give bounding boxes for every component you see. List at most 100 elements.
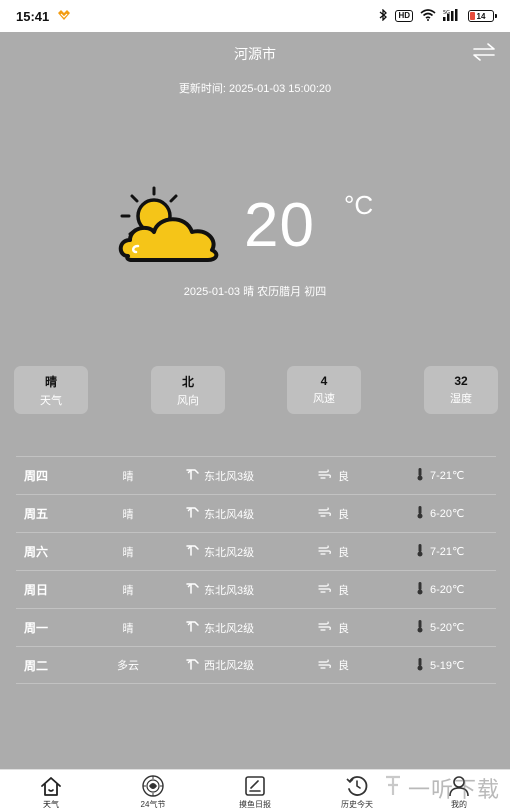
nav-label: 摸鱼日报 [239, 800, 271, 809]
air-quality-icon [318, 545, 332, 558]
wind-icon [186, 620, 200, 635]
forecast-aqi: 良 [318, 468, 349, 484]
history-icon [344, 774, 370, 798]
forecast-temp-text: 6-20℃ [430, 584, 465, 596]
forecast-wind-text: 东北风4级 [204, 508, 255, 521]
forecast-aqi-text: 良 [338, 660, 349, 672]
nav-item-solar-terms[interactable]: 24气节 [102, 770, 204, 812]
watermark: 一听下载 [382, 772, 500, 804]
card-value: 4 [320, 374, 328, 388]
weather-info-cards: 晴 天气 北 风向 4 风速 32 湿度 [14, 366, 498, 414]
forecast-aqi: 良 [318, 582, 349, 598]
wind-icon [186, 468, 200, 483]
hd-badge: HD [395, 10, 413, 22]
svg-text:5G: 5G [443, 10, 450, 16]
thermometer-icon [416, 581, 424, 598]
current-temperature: 20 [244, 191, 315, 260]
forecast-wind: 西北风2级 [186, 657, 254, 673]
air-quality-icon [318, 469, 332, 482]
thermometer-icon [416, 619, 424, 636]
watermark-logo-icon [382, 773, 404, 804]
card-humidity[interactable]: 32 湿度 [424, 366, 498, 414]
forecast-row[interactable]: 周六 晴 东北风2级 良 7-21℃ [16, 532, 496, 570]
nav-label: 历史今天 [341, 800, 373, 809]
forecast-aqi: 良 [318, 506, 349, 522]
forecast-temp-text: 5-20℃ [430, 622, 465, 634]
forecast-wind-text: 东北风3级 [204, 470, 255, 483]
card-wind-direction[interactable]: 北 风向 [151, 366, 225, 414]
forecast-wind: 东北风2级 [186, 544, 254, 560]
forecast-condition: 晴 [122, 584, 134, 597]
forecast-temp: 7-21℃ [416, 467, 464, 484]
wind-icon [186, 544, 200, 559]
card-weather[interactable]: 晴 天气 [14, 366, 88, 414]
wind-icon [186, 658, 200, 673]
update-time: 更新时间: 2025-01-03 15:00:20 [178, 83, 332, 95]
forecast-aqi-text: 良 [338, 470, 349, 483]
forecast-condition: 多云 [117, 660, 139, 672]
air-quality-icon [318, 583, 332, 596]
battery-icon: 14 [468, 10, 497, 22]
wind-icon [186, 582, 200, 597]
signal-icon: 5G [443, 8, 461, 24]
forecast-wind: 东北风4级 [186, 506, 254, 522]
forecast-row[interactable]: 周日 晴 东北风3级 良 6-20℃ [16, 570, 496, 608]
switch-city-icon[interactable] [472, 42, 496, 62]
forecast-wind-text: 西北风2级 [204, 660, 255, 672]
forecast-temp: 7-21℃ [416, 543, 464, 560]
daily-report-icon [242, 774, 268, 798]
forecast-day: 周日 [24, 583, 49, 597]
nav-item-daily-report[interactable]: 摸鱼日报 [204, 770, 306, 812]
forecast-day: 周一 [24, 621, 49, 635]
partly-cloudy-icon [114, 184, 226, 264]
status-time: 15:41 [16, 8, 50, 24]
forecast-temp-text: 6-20℃ [430, 508, 465, 520]
forecast-temp-text: 7-21℃ [430, 470, 465, 482]
bluetooth-icon [379, 7, 388, 24]
card-label: 天气 [40, 394, 62, 407]
nav-item-weather[interactable]: 天气 [0, 770, 102, 812]
card-label: 湿度 [450, 393, 472, 405]
forecast-aqi-text: 良 [338, 546, 349, 559]
forecast-temp: 6-20℃ [416, 505, 464, 522]
wind-icon [186, 506, 200, 521]
watermark-text: 一听下载 [407, 777, 500, 802]
forecast-aqi: 良 [318, 544, 349, 560]
forecast-condition: 晴 [122, 508, 134, 521]
app-notification-icon [57, 9, 71, 24]
forecast-row[interactable]: 周二 多云 西北风2级 良 5-19℃ [16, 646, 496, 684]
forecast-day: 周五 [24, 507, 49, 521]
forecast-row[interactable]: 周一 晴 东北风2级 良 5-20℃ [16, 608, 496, 646]
thermometer-icon [416, 505, 424, 522]
forecast-day: 周六 [24, 545, 49, 559]
weather-main: 河源市 更新时间: 2025-01-03 15:00:20 20 °C 2025… [0, 32, 510, 769]
forecast-wind: 东北风3级 [186, 468, 254, 484]
forecast-temp: 5-20℃ [416, 619, 464, 636]
forecast-wind-text: 东北风2级 [204, 622, 255, 635]
forecast-aqi-text: 良 [338, 508, 349, 521]
thermometer-icon [416, 543, 424, 560]
forecast-temp: 5-19℃ [416, 657, 464, 674]
nav-label: 天气 [43, 800, 59, 809]
forecast-list: 周四晴东北风3级良 7-21℃ 周五晴东北风4级良 6-20℃ 周六晴东北风2级良 7-2… [16, 456, 496, 684]
air-quality-icon [318, 621, 332, 634]
card-label: 风速 [313, 393, 335, 405]
thermometer-icon [416, 657, 424, 674]
battery-level: 14 [476, 11, 486, 21]
card-wind-speed[interactable]: 4 风速 [287, 366, 361, 414]
nav-label: 24气节 [140, 800, 166, 809]
forecast-wind: 东北风3级 [186, 582, 254, 598]
forecast-temp-text: 7-21℃ [430, 546, 465, 558]
forecast-aqi: 良 [318, 620, 349, 636]
forecast-wind-text: 东北风2级 [204, 546, 255, 559]
city-name[interactable]: 河源市 [0, 44, 510, 64]
forecast-temp-text: 5-19℃ [430, 659, 465, 672]
forecast-wind: 东北风2级 [186, 620, 254, 636]
forecast-day: 周二 [24, 658, 49, 673]
card-value: 晴 [44, 374, 57, 389]
forecast-row[interactable]: 周五 晴 东北风4级 良 6-20℃ [16, 494, 496, 532]
forecast-row[interactable]: 周四 晴 东北风3级 良 7-21℃ [16, 456, 496, 494]
card-value: 32 [454, 374, 468, 388]
forecast-day: 周四 [24, 469, 49, 483]
air-quality-icon [318, 507, 332, 520]
